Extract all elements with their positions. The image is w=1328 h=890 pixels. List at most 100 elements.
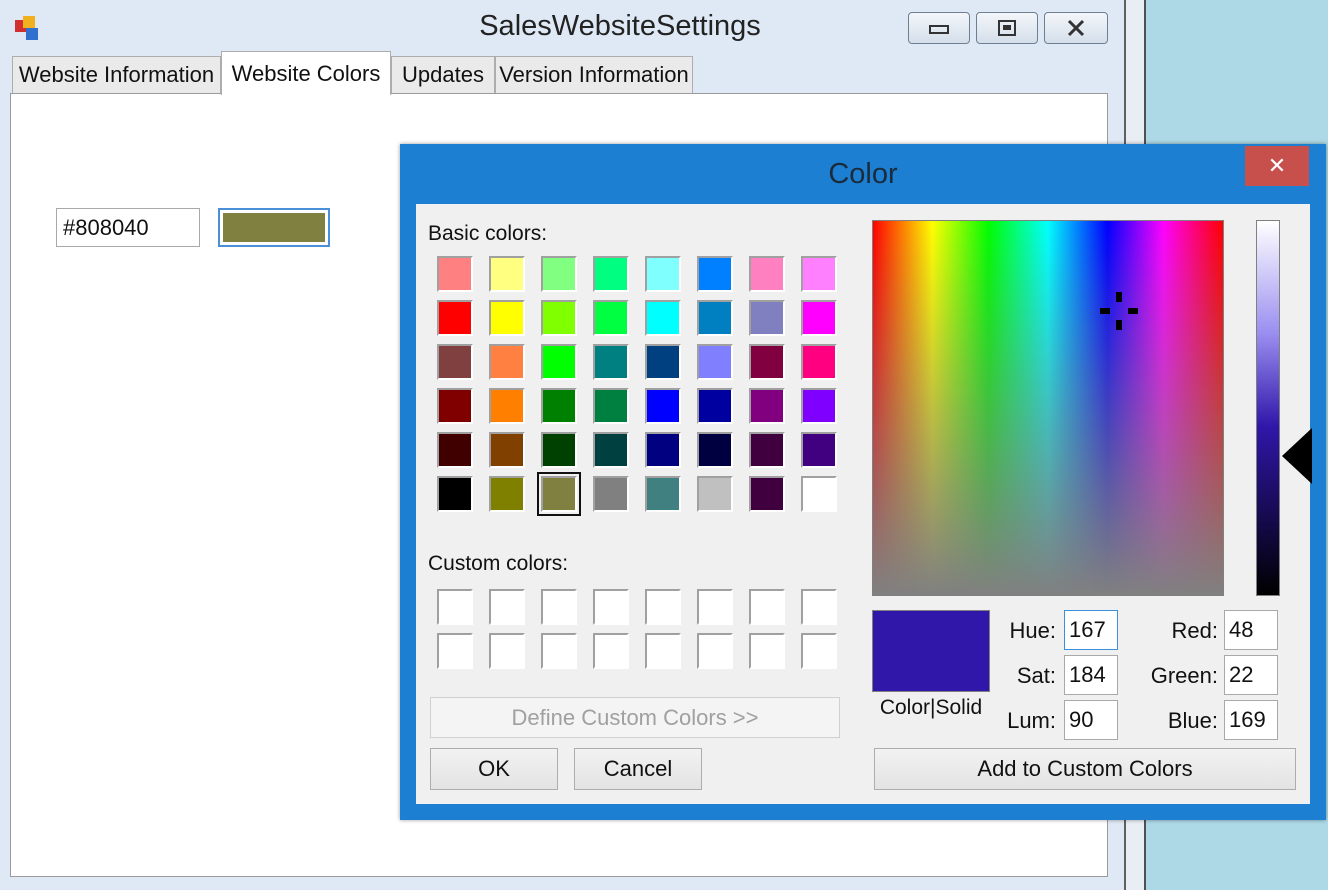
basic-color-swatch[interactable] (801, 256, 837, 292)
tab-updates[interactable]: Updates (391, 56, 495, 93)
minimize-icon (929, 25, 949, 34)
basic-color-swatch[interactable] (697, 300, 733, 336)
basic-color-swatch[interactable] (801, 388, 837, 424)
basic-color-swatch[interactable] (697, 476, 733, 512)
ok-button[interactable]: OK (430, 748, 558, 790)
basic-color-swatch[interactable] (593, 300, 629, 336)
color-swatch (223, 213, 325, 242)
custom-color-swatch[interactable] (697, 589, 733, 625)
basic-color-swatch[interactable] (645, 300, 681, 336)
basic-color-swatch[interactable] (593, 476, 629, 512)
basic-color-swatch[interactable] (541, 388, 577, 424)
color-solid-label: Color|Solid (879, 696, 983, 719)
basic-color-swatch[interactable] (697, 388, 733, 424)
basic-color-swatch[interactable] (489, 344, 525, 380)
basic-color-swatch[interactable] (801, 432, 837, 468)
basic-color-swatch[interactable] (437, 432, 473, 468)
basic-color-swatch[interactable] (697, 256, 733, 292)
maximize-button[interactable] (976, 12, 1038, 44)
luminance-arrow-icon[interactable] (1282, 428, 1312, 484)
blue-label: Blue: (1167, 708, 1218, 733)
custom-color-swatch[interactable] (645, 633, 681, 669)
custom-color-swatch[interactable] (645, 589, 681, 625)
basic-color-swatch[interactable] (593, 344, 629, 380)
basic-color-swatch[interactable] (489, 432, 525, 468)
sat-label: Sat: (1016, 663, 1056, 688)
color-swatch-button[interactable] (218, 208, 330, 247)
basic-color-swatch[interactable] (437, 388, 473, 424)
custom-color-swatch[interactable] (593, 633, 629, 669)
basic-color-swatch[interactable] (697, 432, 733, 468)
basic-colors-label: Basic colors: (428, 222, 548, 245)
hue-field[interactable]: 167 (1064, 610, 1118, 650)
green-label: Green: (1150, 663, 1218, 688)
define-custom-colors-button[interactable]: Define Custom Colors >> (430, 697, 840, 738)
minimize-button[interactable] (908, 12, 970, 44)
basic-color-swatch[interactable] (541, 256, 577, 292)
basic-color-swatch[interactable] (437, 476, 473, 512)
basic-color-swatch[interactable] (541, 432, 577, 468)
basic-color-swatch[interactable] (645, 256, 681, 292)
custom-color-swatch[interactable] (801, 589, 837, 625)
red-field[interactable]: 48 (1224, 610, 1278, 650)
basic-color-swatch[interactable] (749, 256, 785, 292)
custom-color-swatch[interactable] (489, 589, 525, 625)
custom-color-swatch[interactable] (749, 633, 785, 669)
window-close-button[interactable] (1044, 12, 1108, 44)
lum-field[interactable]: 90 (1064, 700, 1118, 740)
basic-color-swatch[interactable] (749, 476, 785, 512)
tab-website-colors[interactable]: Website Colors (221, 51, 391, 95)
basic-color-swatch[interactable] (437, 256, 473, 292)
basic-color-swatch[interactable] (749, 432, 785, 468)
custom-color-swatch[interactable] (437, 589, 473, 625)
custom-color-swatch[interactable] (541, 633, 577, 669)
custom-color-swatch[interactable] (697, 633, 733, 669)
basic-color-swatch[interactable] (801, 476, 837, 512)
custom-color-swatch[interactable] (593, 589, 629, 625)
dialog-title: Color (828, 158, 898, 190)
basic-color-swatch[interactable] (489, 388, 525, 424)
basic-color-swatch[interactable] (437, 300, 473, 336)
custom-color-swatch[interactable] (801, 633, 837, 669)
basic-color-swatch[interactable] (489, 256, 525, 292)
basic-color-swatch[interactable] (593, 432, 629, 468)
color-spectrum[interactable] (872, 220, 1224, 596)
basic-color-swatch[interactable] (489, 300, 525, 336)
tab-version-information[interactable]: Version Information (495, 56, 693, 93)
basic-color-swatch[interactable] (749, 344, 785, 380)
blue-field[interactable]: 169 (1224, 700, 1278, 740)
basic-color-swatch[interactable] (801, 300, 837, 336)
add-to-custom-colors-button[interactable]: Add to Custom Colors (874, 748, 1296, 790)
basic-color-swatch[interactable] (593, 388, 629, 424)
basic-color-swatch[interactable] (541, 300, 577, 336)
red-label: Red: (1171, 618, 1218, 643)
basic-color-swatch[interactable] (749, 388, 785, 424)
luminance-slider[interactable] (1256, 220, 1280, 596)
basic-color-swatch[interactable] (801, 344, 837, 380)
custom-color-swatch[interactable] (437, 633, 473, 669)
custom-colors-label: Custom colors: (428, 552, 569, 575)
basic-color-swatch[interactable] (749, 300, 785, 336)
basic-color-swatch[interactable] (541, 344, 577, 380)
sat-field[interactable]: 184 (1064, 655, 1118, 695)
hex-color-field[interactable]: #808040 (56, 208, 200, 247)
basic-color-swatch[interactable] (593, 256, 629, 292)
color-preview (872, 610, 990, 692)
basic-color-swatch[interactable] (489, 476, 525, 512)
dialog-close-button[interactable]: ✕ (1245, 146, 1309, 186)
custom-color-swatch[interactable] (749, 589, 785, 625)
basic-color-swatch[interactable] (645, 476, 681, 512)
green-field[interactable]: 22 (1224, 655, 1278, 695)
custom-color-swatch[interactable] (489, 633, 525, 669)
basic-color-swatch[interactable] (645, 388, 681, 424)
basic-color-swatch[interactable] (537, 472, 581, 516)
basic-color-swatch[interactable] (645, 344, 681, 380)
basic-color-swatch[interactable] (697, 344, 733, 380)
basic-color-swatch[interactable] (645, 432, 681, 468)
custom-color-swatch[interactable] (541, 589, 577, 625)
crosshair-icon[interactable] (1098, 290, 1140, 332)
close-icon (1067, 19, 1085, 37)
basic-color-swatch[interactable] (437, 344, 473, 380)
cancel-button[interactable]: Cancel (574, 748, 702, 790)
tab-website-information[interactable]: Website Information (12, 56, 221, 93)
